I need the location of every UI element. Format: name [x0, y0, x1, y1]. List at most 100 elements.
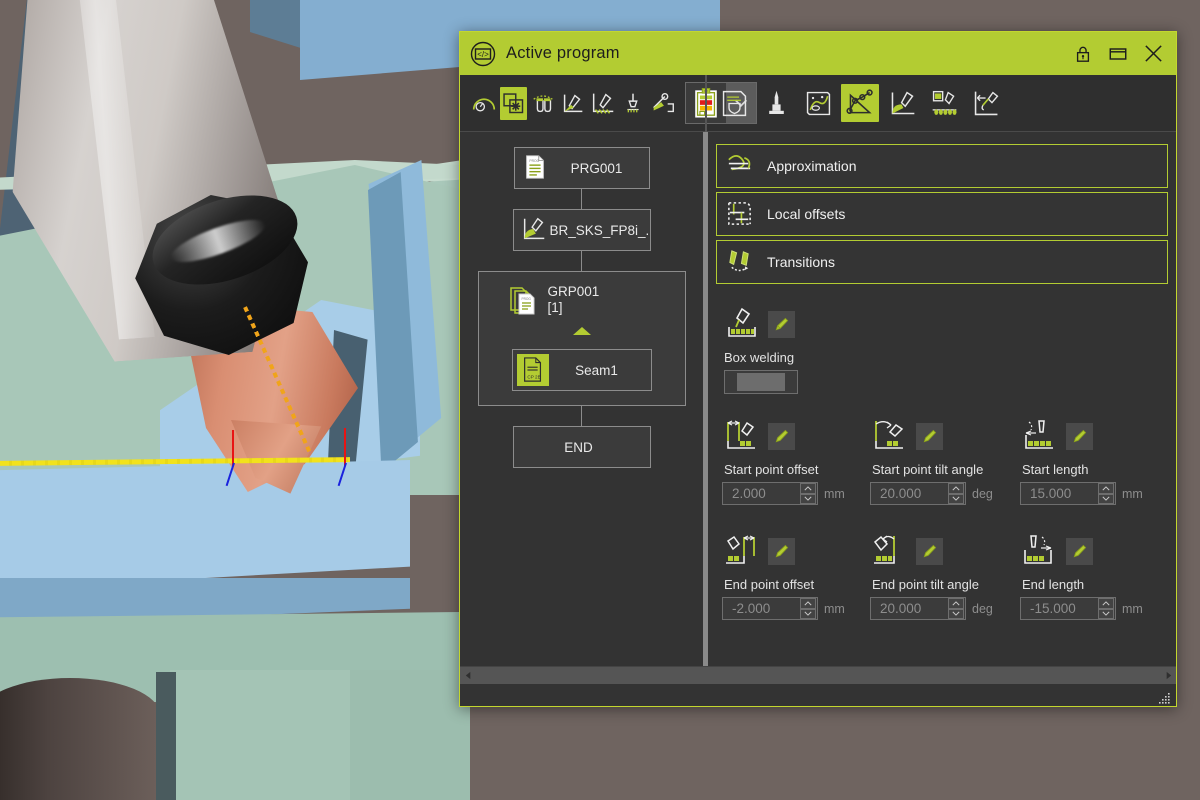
end-length-input[interactable]: -15.000	[1020, 597, 1116, 620]
seam-tracking-icon[interactable]	[967, 84, 1005, 122]
spinner-down[interactable]	[1098, 494, 1114, 505]
spinner-up[interactable]	[800, 483, 816, 494]
spinner[interactable]	[948, 598, 964, 619]
box-welding-icons	[722, 304, 1164, 344]
local-offsets-icon	[725, 199, 755, 229]
field-input-wrap: 20.000 deg	[870, 482, 1020, 505]
window-body: PROG PRG001 BR_SKS_FP8i_...	[460, 132, 1176, 666]
sensor-search-icon[interactable]	[529, 87, 557, 120]
tree-group-node[interactable]: PROG GRP001 [1]	[478, 271, 686, 406]
resize-grip-icon[interactable]	[1159, 691, 1171, 703]
field-value: 20.000	[871, 486, 921, 501]
spinner-down[interactable]	[800, 494, 816, 505]
tree-node-label: Seam1	[549, 363, 651, 378]
field-end-point-offset: End point offset -2.000 mm	[722, 531, 870, 620]
spinner-down[interactable]	[800, 609, 816, 620]
field-icons	[1020, 416, 1168, 456]
workpiece-path-icon[interactable]	[799, 84, 837, 122]
pencil-icon[interactable]	[768, 311, 795, 338]
field-value: 2.000	[723, 486, 766, 501]
section-label: Transitions	[767, 254, 835, 270]
horizontal-scrollbar[interactable]	[460, 666, 1176, 684]
torch-angle-icon[interactable]	[559, 87, 587, 120]
field-value: -2.000	[723, 601, 770, 616]
pencil-icon[interactable]	[916, 423, 943, 450]
tree-node-program[interactable]: PROG PRG001	[514, 147, 650, 189]
program-tree-pane: PROG PRG001 BR_SKS_FP8i_...	[460, 132, 703, 666]
tool-tcp-icon[interactable]	[757, 84, 795, 122]
spinner[interactable]	[800, 598, 816, 619]
tree-node-end[interactable]: END	[513, 426, 651, 468]
end-point-offset-input[interactable]: -2.000	[722, 597, 818, 620]
spinner-up[interactable]	[800, 598, 816, 609]
spinner-up[interactable]	[1098, 483, 1114, 494]
window-title-bar[interactable]: </> Active program	[460, 32, 1176, 75]
triangle-left-icon[interactable]	[460, 667, 476, 685]
field-input-wrap: 2.000 mm	[722, 482, 870, 505]
start-point-offset-icon	[722, 417, 762, 455]
transitions-icon	[725, 247, 755, 277]
restore-window-icon[interactable]	[1107, 43, 1129, 65]
field-input-wrap: -2.000 mm	[722, 597, 870, 620]
field-value: -15.000	[1021, 601, 1076, 616]
touch-sense-icon[interactable]	[619, 87, 647, 120]
spinner-down[interactable]	[948, 609, 964, 620]
tree-node-tool[interactable]: BR_SKS_FP8i_...	[513, 209, 651, 251]
section-transitions[interactable]: Transitions	[716, 240, 1168, 284]
path-geometry-icon[interactable]	[841, 84, 879, 122]
start-point-offset-input[interactable]: 2.000	[722, 482, 818, 505]
start-point-tilt-angle-input[interactable]: 20.000	[870, 482, 966, 505]
field-unit: mm	[1122, 602, 1143, 616]
pencil-icon[interactable]	[768, 538, 795, 565]
field-label: End point tilt angle	[872, 577, 1020, 592]
active-program-window: </> Active program	[459, 31, 1177, 707]
start-length-icon	[1020, 417, 1060, 455]
pencil-icon[interactable]	[916, 538, 943, 565]
field-input-wrap: 20.000 deg	[870, 597, 1020, 620]
spinner[interactable]	[1098, 483, 1114, 504]
lock-icon[interactable]	[1072, 43, 1094, 65]
pencil-icon[interactable]	[1066, 538, 1093, 565]
tree-node-seam[interactable]: CP 2B Seam1	[512, 349, 652, 391]
torch-approach-icon[interactable]	[649, 87, 677, 120]
triangle-right-icon[interactable]	[1160, 667, 1176, 685]
section-local-offsets[interactable]: Local offsets	[716, 192, 1168, 236]
spinner-up[interactable]	[948, 483, 964, 494]
spinner-up[interactable]	[1098, 598, 1114, 609]
speed-gauge-icon[interactable]	[470, 87, 498, 120]
box-welding-select[interactable]	[724, 370, 798, 394]
field-icons	[1020, 531, 1168, 571]
seam-file-icon: CP 2B	[517, 354, 549, 386]
caret-up-icon[interactable]	[571, 323, 593, 341]
torch-orientation-icon[interactable]	[883, 84, 921, 122]
spinner[interactable]	[1098, 598, 1114, 619]
scene-dark-post	[156, 672, 176, 800]
start-length-input[interactable]: 15.000	[1020, 482, 1116, 505]
arc-start-icon[interactable]	[500, 87, 527, 120]
svg-text:PROG: PROG	[529, 159, 539, 163]
section-approximation[interactable]: Approximation	[716, 144, 1168, 188]
field-unit: deg	[972, 487, 993, 501]
spinner[interactable]	[948, 483, 964, 504]
field-unit: mm	[824, 487, 845, 501]
svg-text:CP 2B: CP 2B	[527, 374, 540, 379]
weave-pattern-icon[interactable]	[589, 87, 617, 120]
box-welding-value	[737, 373, 785, 391]
weld-parameters-icon[interactable]	[925, 84, 963, 122]
pencil-icon[interactable]	[768, 423, 795, 450]
close-icon[interactable]	[1142, 43, 1164, 65]
program-protection-icon[interactable]	[715, 84, 753, 122]
spinner-down[interactable]	[948, 494, 964, 505]
field-value: 20.000	[871, 601, 921, 616]
field-end-point-tilt-angle: End point tilt angle 20.000 deg	[870, 531, 1020, 620]
end-point-tilt-angle-input[interactable]: 20.000	[870, 597, 966, 620]
pencil-icon[interactable]	[1066, 423, 1093, 450]
spinner-down[interactable]	[1098, 609, 1114, 620]
scene-axis-marker-end-x	[344, 428, 346, 466]
spinner[interactable]	[800, 483, 816, 504]
scrollbar-track[interactable]	[476, 667, 1160, 685]
field-icons	[722, 416, 870, 456]
approximation-icon	[725, 151, 755, 181]
field-unit: mm	[1122, 487, 1143, 501]
spinner-up[interactable]	[948, 598, 964, 609]
